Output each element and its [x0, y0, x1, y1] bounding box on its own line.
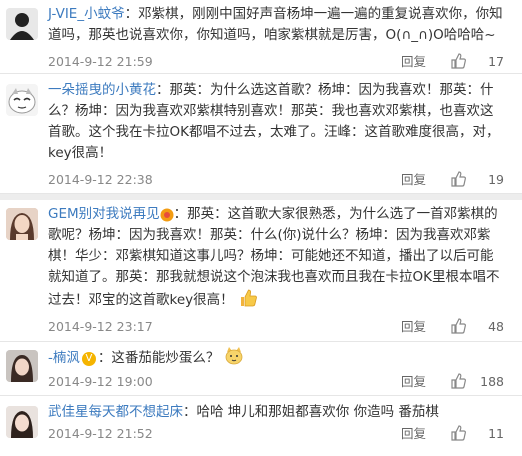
cartoon-face-avatar-icon — [6, 84, 38, 116]
girl-portrait-avatar-icon — [6, 208, 38, 240]
comment-colon: ： — [156, 82, 170, 98]
comment-username[interactable]: J-VIE_小蚊爷 — [48, 6, 125, 22]
comment-meta: 2014-9-12 22:38 回复 19 — [48, 170, 504, 190]
thumbs-up-icon — [451, 53, 466, 69]
comment-colon: ： — [124, 6, 139, 22]
like-count: 11 — [488, 426, 504, 441]
like-count: 188 — [480, 374, 504, 389]
thumbs-up-icon — [451, 171, 466, 187]
verified-badge-icon: V — [81, 352, 96, 366]
reply-button[interactable]: 回复 — [401, 424, 426, 444]
comment-text-block: -楠沨 V ：这番茄能炒蛋么？ — [48, 346, 504, 369]
girl-photo-avatar-icon — [6, 350, 38, 382]
comment-timestamp: 2014-9-12 19:00 — [48, 374, 153, 389]
reply-button[interactable]: 回复 — [401, 317, 426, 337]
comment-meta: 2014-9-12 21:52 回复 11 — [48, 424, 504, 444]
cat-emoji-icon — [225, 347, 243, 365]
comment-text-block: GEM别对我说再见 ：那英：这首歌大家很熟悉，为什么选了一首邓紫棋的歌呢？杨坤：因… — [48, 204, 504, 311]
reply-button[interactable]: 回复 — [401, 372, 426, 392]
thumbs-up-icon — [451, 425, 466, 441]
vip-badge-icon — [160, 208, 174, 222]
like-count: 17 — [488, 54, 504, 69]
like-button[interactable]: 48 — [446, 317, 504, 337]
comment-timestamp: 2014-9-12 21:59 — [48, 54, 153, 69]
thumbs-up-icon — [451, 318, 466, 334]
like-button[interactable]: 19 — [446, 170, 504, 190]
avatar[interactable] — [6, 84, 38, 116]
like-count: 19 — [488, 172, 504, 187]
comment-username[interactable]: GEM别对我说再见 — [48, 206, 160, 222]
comment-text-block: 一朵摇曳的小黄花：那英：为什么选这首歌？杨坤：因为我喜欢！那英：什么？杨坤：因为… — [48, 80, 504, 164]
thumbs-up-emoji-icon — [240, 289, 257, 307]
comment-colon: ： — [183, 404, 197, 420]
comment-username[interactable]: 一朵摇曳的小黄花 — [48, 82, 156, 98]
comment-username[interactable]: 武佳星每天都不想起床 — [48, 404, 183, 420]
dark-silhouette-avatar-icon — [6, 8, 38, 40]
reply-button[interactable]: 回复 — [401, 52, 426, 72]
girl-photo-avatar-2-icon — [6, 406, 38, 438]
avatar[interactable] — [6, 8, 38, 40]
avatar[interactable] — [6, 406, 38, 438]
like-button[interactable]: 188 — [446, 372, 504, 392]
thumbs-up-icon — [451, 373, 466, 389]
like-count: 48 — [488, 319, 504, 334]
comment-body: 哈哈 坤儿和那姐都喜欢你 你造吗 番茄棋 — [196, 404, 439, 420]
avatar[interactable] — [6, 350, 38, 382]
comment-username[interactable]: -楠沨 — [48, 350, 80, 366]
like-button[interactable]: 17 — [446, 52, 504, 72]
comment-timestamp: 2014-9-12 22:38 — [48, 172, 153, 187]
like-button[interactable]: 11 — [446, 424, 504, 444]
comment-text-block: 武佳星每天都不想起床：哈哈 坤儿和那姐都喜欢你 你造吗 番茄棋 — [48, 402, 504, 423]
comment-meta: 2014-9-12 21:59 回复 17 — [48, 52, 504, 72]
comment-meta: 2014-9-12 23:17 回复 48 — [48, 317, 504, 337]
comment-text-block: J-VIE_小蚊爷：邓紫棋，刚刚中国好声音杨坤一遍一遍的重复说喜欢你，你知道吗，… — [48, 4, 504, 46]
comment-timestamp: 2014-9-12 23:17 — [48, 319, 153, 334]
comment-meta: 2014-9-12 19:00 回复 188 — [48, 372, 504, 392]
comment-body: 这番茄能炒蛋么？ — [111, 350, 220, 366]
reply-button[interactable]: 回复 — [401, 170, 426, 190]
comment-timestamp: 2014-9-12 21:52 — [48, 426, 153, 441]
comment-colon: ： — [173, 206, 188, 222]
avatar[interactable] — [6, 208, 38, 240]
comment-colon: ： — [97, 350, 112, 366]
